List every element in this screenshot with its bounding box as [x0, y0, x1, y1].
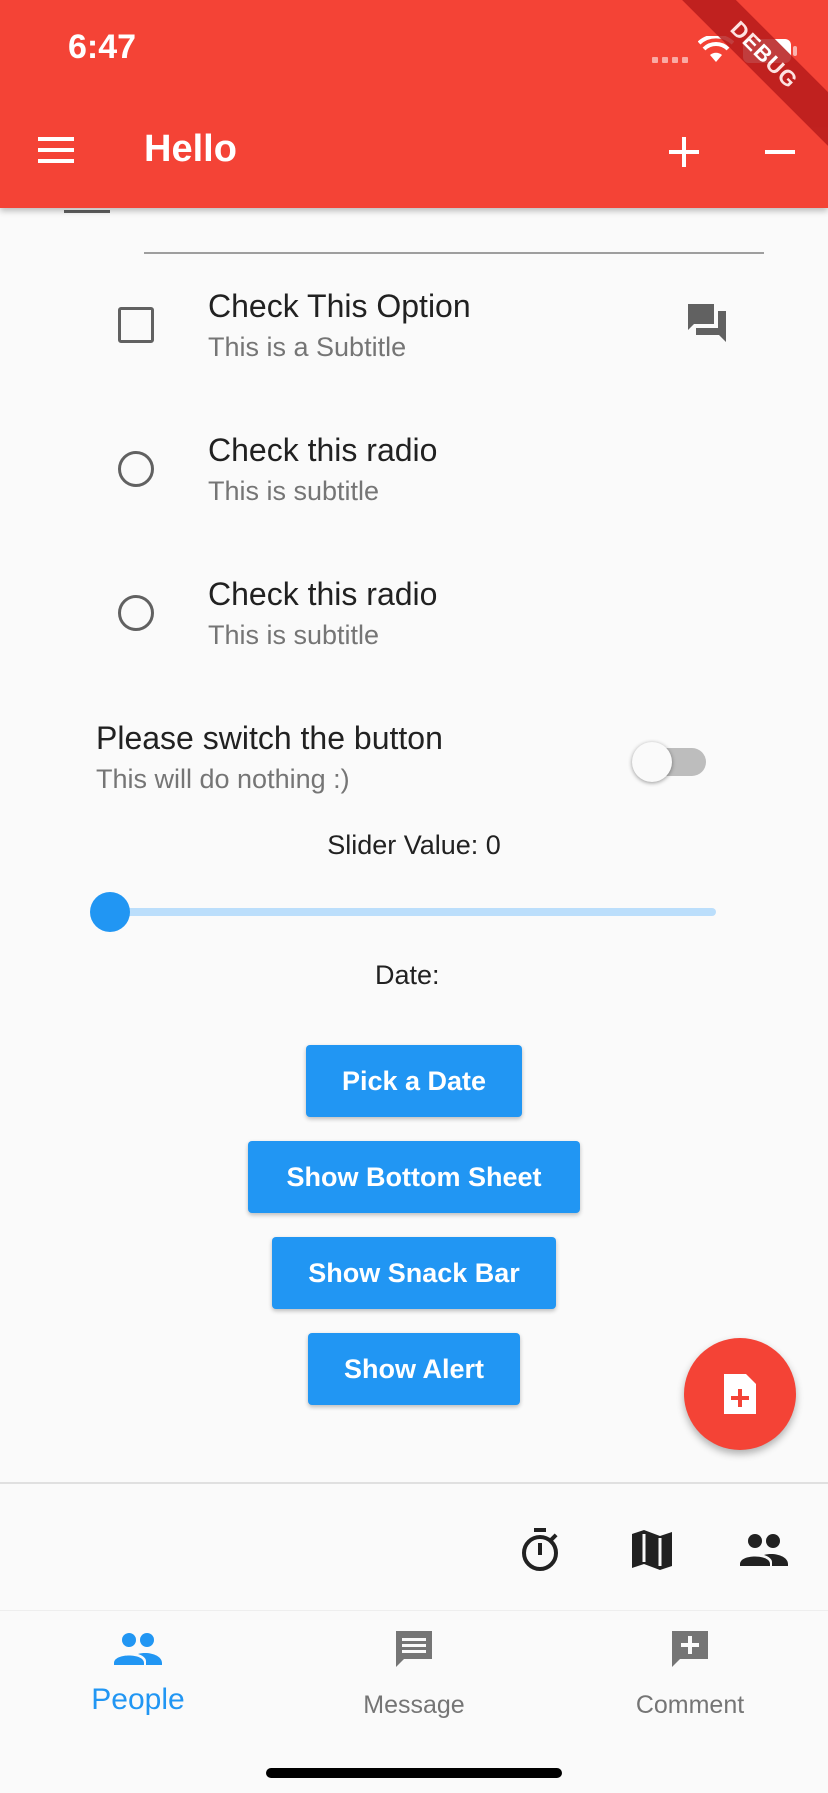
checkbox-tile-subtitle: This is a Subtitle — [208, 332, 407, 362]
show-alert-button[interactable]: Show Alert — [308, 1333, 520, 1405]
minus-icon — [765, 150, 795, 154]
show-bottom-sheet-button[interactable]: Show Bottom Sheet — [248, 1141, 580, 1213]
message-icon — [396, 1631, 432, 1667]
forum-icon — [684, 302, 730, 351]
add-comment-icon — [672, 1631, 708, 1667]
app-bar: 6:47 DEBUG Hello — [0, 0, 828, 208]
timer-icon — [522, 1528, 558, 1571]
checkbox-tile[interactable]: Check This Option This is a Subtitle — [0, 280, 828, 380]
bottom-navigation: People Message Comment — [0, 1610, 828, 1793]
signal-icon — [652, 52, 692, 63]
radio-tile-subtitle: This is subtitle — [208, 620, 380, 650]
switch-tile-subtitle: This will do nothing :) — [96, 764, 350, 794]
switch-tile[interactable]: Please switch the button This will do no… — [0, 712, 828, 812]
menu-button[interactable] — [30, 124, 82, 176]
toggle-switch[interactable] — [632, 740, 708, 782]
debug-banner: DEBUG — [672, 0, 828, 147]
people-icon — [740, 1534, 788, 1566]
nav-item-comment[interactable]: Comment — [552, 1611, 828, 1751]
text-field-underline — [144, 252, 764, 254]
slider-value-label: Slider Value: 0 — [327, 830, 501, 860]
pick-date-button[interactable]: Pick a Date — [306, 1045, 522, 1117]
timer-button[interactable] — [516, 1526, 564, 1574]
nav-label-message: Message — [363, 1691, 465, 1719]
slider-track — [110, 908, 716, 916]
date-label: Date: — [375, 960, 440, 990]
slider-thumb[interactable] — [90, 892, 130, 932]
bottom-app-bar — [0, 1482, 828, 1612]
slider[interactable] — [90, 890, 720, 934]
checkbox-tile-title: Check This Option — [208, 288, 471, 324]
switch-tile-title: Please switch the button — [96, 720, 443, 756]
nav-label-people: People — [91, 1683, 185, 1716]
menu-icon — [38, 137, 74, 163]
show-snack-bar-button[interactable]: Show Snack Bar — [272, 1237, 556, 1309]
remove-button[interactable] — [756, 128, 804, 176]
plus-icon — [669, 137, 699, 167]
add-document-fab[interactable] — [684, 1338, 796, 1450]
radio-tile-subtitle: This is subtitle — [208, 476, 380, 506]
radio-tile[interactable]: Check this radio This is subtitle — [0, 424, 828, 524]
radio-tile-title: Check this radio — [208, 432, 438, 468]
status-time: 6:47 — [68, 28, 137, 66]
note-add-icon — [724, 1374, 756, 1414]
home-indicator — [266, 1768, 562, 1778]
nav-label-comment: Comment — [635, 1691, 745, 1719]
nav-item-people[interactable]: People — [0, 1611, 276, 1751]
switch-thumb — [632, 742, 672, 782]
people-icon — [114, 1633, 162, 1665]
radio-button[interactable] — [118, 595, 154, 631]
radio-tile[interactable]: Check this radio This is subtitle — [0, 568, 828, 668]
page-title: Hello — [144, 128, 237, 170]
add-button[interactable] — [660, 128, 708, 176]
radio-button[interactable] — [118, 451, 154, 487]
checkbox[interactable] — [118, 307, 154, 343]
radio-tile-title: Check this radio — [208, 576, 438, 612]
nav-item-message[interactable]: Message — [276, 1611, 552, 1751]
people-button[interactable] — [738, 1526, 790, 1574]
map-icon — [632, 1530, 672, 1570]
map-button[interactable] — [628, 1526, 676, 1574]
